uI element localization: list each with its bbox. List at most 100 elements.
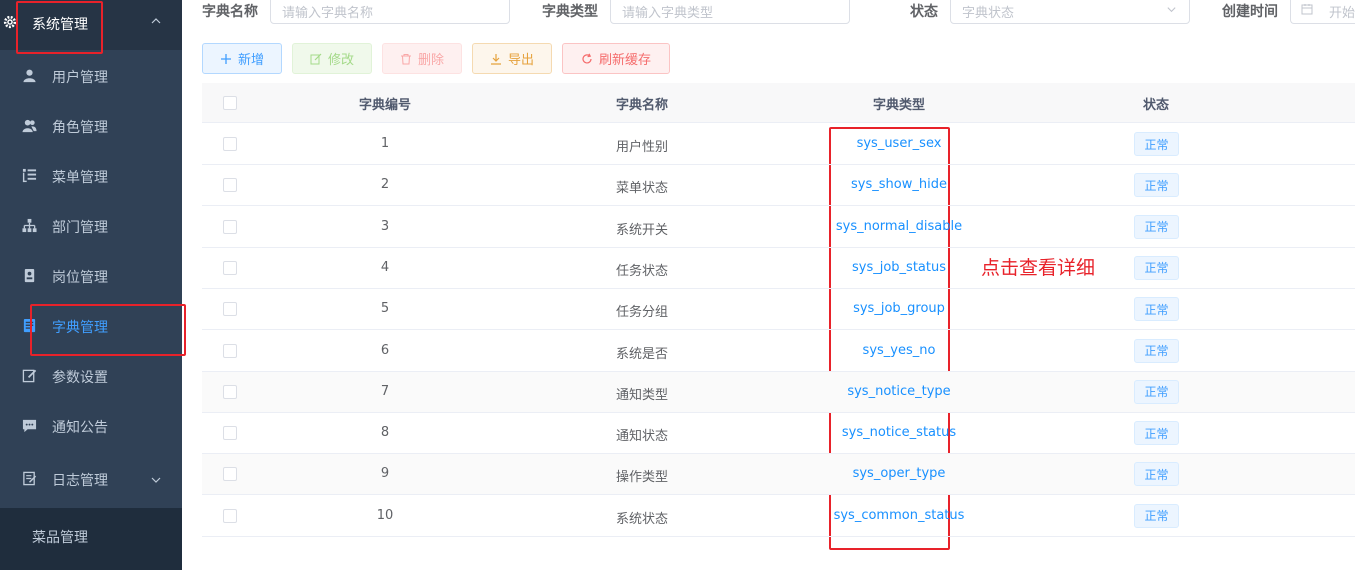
table-row[interactable]: 10 系统状态 sys_common_status 正常 — [202, 496, 1355, 537]
row-checkbox[interactable] — [223, 508, 237, 523]
filter-label-status: 状态 — [910, 4, 938, 20]
row-checkbox[interactable] — [223, 302, 237, 317]
cell-dict-name: 菜单状态 — [615, 181, 669, 197]
cell-dict-type-link[interactable]: sys_common_status — [834, 508, 965, 523]
status-badge: 正常 — [1134, 379, 1179, 404]
cell-dict-type-link[interactable]: sys_yes_no — [863, 343, 936, 358]
row-checkbox[interactable] — [223, 467, 237, 482]
placeholder: 字典状态 — [962, 6, 1015, 21]
table-row[interactable]: 1 用户性别 sys_user_sex 正常 — [202, 124, 1355, 165]
status-badge: 正常 — [1134, 214, 1179, 239]
cell-dict-name: 用户性别 — [615, 140, 669, 155]
delete-button-label: 删除 — [417, 53, 444, 68]
row-checkbox[interactable] — [223, 219, 237, 234]
log-icon — [23, 471, 37, 486]
cell-dict-id: 10 — [376, 507, 394, 523]
date-range-picker[interactable]: 开始 — [1290, 0, 1355, 24]
table-header: 字典编号 字典名称 字典类型 状态 — [202, 83, 1355, 123]
filter-label-dict-type: 字典类型 — [542, 4, 598, 20]
chevron-down-icon — [1167, 7, 1176, 13]
cell-dict-name: 通知类型 — [615, 387, 669, 403]
add-button[interactable]: 新增 — [202, 43, 282, 74]
table-row[interactable]: 7 通知类型 sys_notice_type 正常 — [202, 371, 1355, 413]
sidebar-item-users[interactable]: 用户管理 — [0, 51, 182, 101]
cell-dict-id: 8 — [380, 425, 390, 441]
chevron-down-icon — [151, 477, 161, 483]
cell-dict-id: 1 — [380, 136, 390, 151]
dict-name-input[interactable]: 请输入字典名称 — [270, 0, 510, 24]
cell-dict-type-link[interactable]: sys_job_status — [852, 260, 946, 275]
edit-button[interactable]: 修改 — [292, 43, 372, 74]
status-badge: 正常 — [1134, 338, 1179, 363]
user-icon — [23, 69, 36, 83]
refresh-icon — [582, 53, 592, 63]
table-row[interactable]: 3 系统开关 sys_normal_disable 正常 — [202, 207, 1355, 248]
sidebar-item-menus[interactable]: 菜单管理 — [0, 151, 182, 201]
sidebar-item-roles[interactable]: 角色管理 — [0, 101, 182, 151]
table-row[interactable]: 5 任务分组 sys_job_group 正常 — [202, 289, 1355, 331]
row-checkbox[interactable] — [223, 178, 237, 193]
filter-label-dict-name: 字典名称 — [202, 4, 258, 20]
cell-dict-type-link[interactable]: sys_show_hide — [851, 177, 947, 192]
cell-dict-name: 操作类型 — [615, 470, 669, 486]
table-row[interactable]: 4 任务状态 sys_job_status 正常 — [202, 248, 1355, 289]
cell-dict-name: 系统开关 — [615, 222, 669, 238]
table-row[interactable]: 2 菜单状态 sys_show_hide 正常 — [202, 165, 1355, 207]
trash-icon — [400, 53, 411, 64]
cell-dict-id: 7 — [380, 383, 390, 399]
sidebar-item-label: 用户管理 — [52, 70, 108, 86]
sidebar-item-label: 参数设置 — [52, 370, 108, 386]
status-badge: 正常 — [1134, 132, 1179, 156]
export-button-label: 导出 — [507, 53, 534, 68]
highlight-box-dictionary — [30, 304, 186, 356]
cell-dict-type-link[interactable]: sys_notice_status — [842, 425, 956, 440]
refresh-cache-button-label: 刷新缓存 — [598, 53, 651, 68]
sidebar-item-label: 角色管理 — [52, 120, 108, 136]
cell-dict-type-link[interactable]: sys_normal_disable — [836, 219, 962, 234]
add-button-label: 新增 — [237, 53, 264, 68]
edit-icon — [22, 369, 37, 383]
sidebar-item-notices[interactable]: 通知公告 — [0, 401, 182, 451]
column-header-id: 字典编号 — [358, 98, 412, 113]
dict-type-input[interactable]: 请输入字典类型 — [610, 0, 850, 24]
annotation-click-details: 点击查看详细 — [981, 257, 1096, 279]
cell-dict-name: 系统是否 — [615, 346, 669, 362]
sidebar: 系统管理 用户管理 角色管理 菜单管理 部门管理 岗位管理 字典管理 参数设置 … — [0, 0, 182, 570]
sidebar-subitem-dishes[interactable]: 菜品管理 — [32, 527, 88, 547]
cell-dict-name: 任务状态 — [615, 263, 669, 279]
edit-icon — [310, 53, 322, 64]
sidebar-item-label: 菜单管理 — [52, 170, 108, 186]
row-checkbox[interactable] — [223, 384, 237, 399]
cell-dict-type-link[interactable]: sys_notice_type — [847, 384, 950, 399]
sidebar-menu-logs[interactable]: 日志管理 — [0, 454, 182, 504]
cell-dict-type-link[interactable]: sys_oper_type — [853, 466, 946, 481]
column-header-type: 字典类型 — [872, 98, 926, 113]
table-row[interactable]: 8 通知状态 sys_notice_status 正常 — [202, 413, 1355, 455]
select-all-checkbox[interactable] — [223, 96, 237, 110]
table-row[interactable]: 6 系统是否 sys_yes_no 正常 — [202, 331, 1355, 372]
cell-dict-id: 4 — [380, 259, 390, 275]
tree-table-icon — [22, 168, 37, 183]
row-checkbox[interactable] — [223, 260, 237, 275]
cell-dict-name: 通知状态 — [615, 429, 669, 445]
placeholder: 开始 — [1329, 6, 1355, 21]
row-checkbox[interactable] — [223, 343, 237, 358]
sidebar-item-posts[interactable]: 岗位管理 — [0, 251, 182, 301]
status-select[interactable]: 字典状态 — [950, 0, 1190, 24]
cell-dict-type-link[interactable]: sys_job_group — [853, 301, 945, 316]
plus-icon — [220, 53, 231, 64]
refresh-cache-button[interactable]: 刷新缓存 — [562, 43, 670, 74]
row-checkbox[interactable] — [223, 426, 237, 441]
row-checkbox[interactable] — [223, 137, 237, 151]
sidebar-item-label: 岗位管理 — [52, 270, 108, 286]
export-button[interactable]: 导出 — [472, 43, 552, 74]
post-icon — [24, 268, 35, 283]
table-row[interactable]: 9 操作类型 sys_oper_type 正常 — [202, 454, 1355, 496]
sidebar-item-departments[interactable]: 部门管理 — [0, 201, 182, 251]
cell-dict-type-link[interactable]: sys_user_sex — [857, 136, 942, 151]
status-badge: 正常 — [1134, 421, 1179, 446]
sidebar-item-params[interactable]: 参数设置 — [0, 351, 182, 401]
status-badge: 正常 — [1134, 462, 1179, 487]
sidebar-submenu: 菜品管理 — [0, 508, 182, 570]
delete-button[interactable]: 删除 — [382, 43, 462, 74]
